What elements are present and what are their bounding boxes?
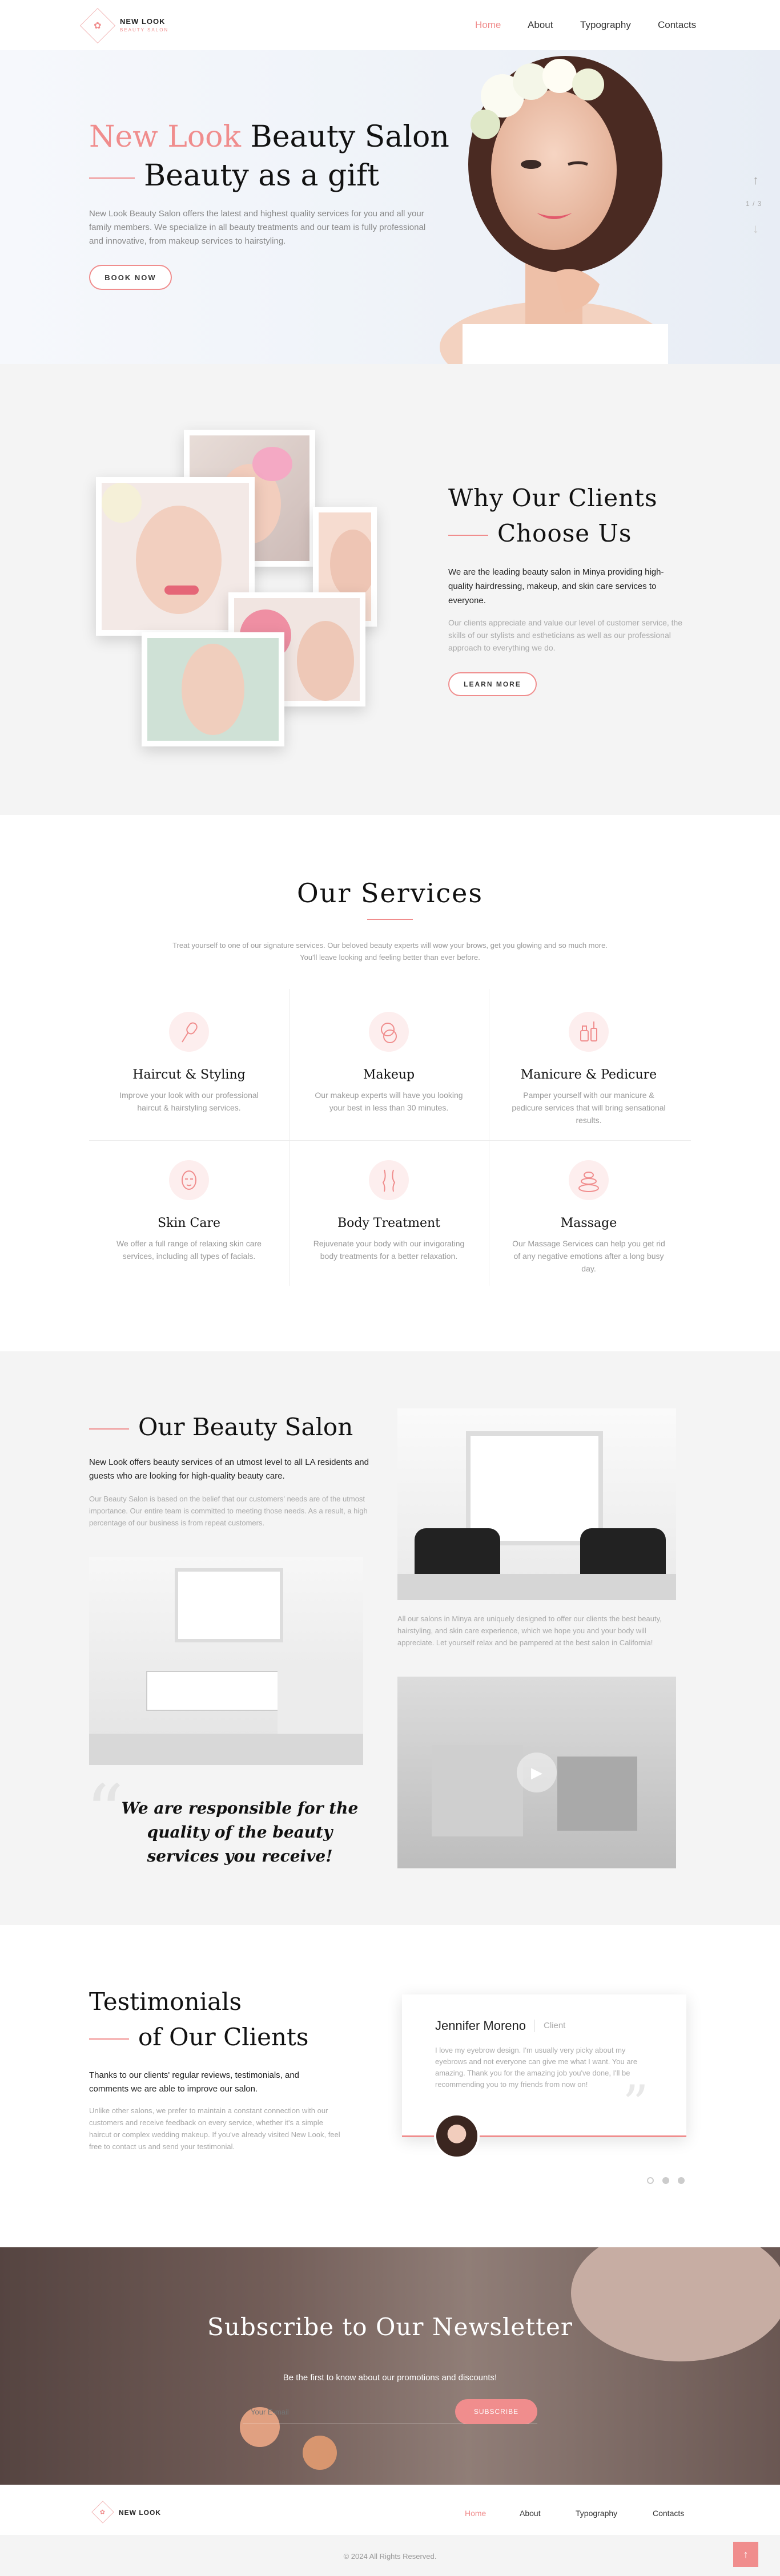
footer-logo-text[interactable]: NEW LOOK: [119, 2509, 161, 2517]
hero-section: New Look Beauty Salon Beauty as a gift N…: [0, 50, 780, 393]
services-title-underline: [367, 919, 413, 920]
decor-ball: [303, 2436, 337, 2470]
service-title: Body Treatment: [337, 1216, 440, 1230]
salon-photo-manicure-room: [89, 1557, 363, 1765]
service-haircut[interactable]: Haircut & Styling Improve your look with…: [89, 1012, 289, 1160]
arrow-down-icon[interactable]: ↓: [753, 221, 759, 236]
email-input[interactable]: [251, 2404, 439, 2420]
hero-subtitle-text: Beauty as a gift: [144, 159, 380, 193]
play-button[interactable]: ▶: [517, 1753, 557, 1792]
testimonials-title-line2-text: of Our Clients: [138, 2023, 309, 2051]
footer-nav-about[interactable]: About: [520, 2509, 541, 2518]
nail-polish-icon: [569, 1012, 609, 1052]
service-title: Manicure & Pedicure: [520, 1068, 657, 1082]
spa-stones-icon: [569, 1160, 609, 1200]
service-title: Makeup: [363, 1068, 415, 1082]
testimonials-title-line2: of Our Clients: [89, 2023, 308, 2051]
service-body-treatment[interactable]: Body Treatment Rejuvenate your body with…: [289, 1160, 489, 1309]
newsletter-form: SUBSCRIBE: [243, 2399, 537, 2424]
testimonial-role: Client: [544, 2021, 566, 2030]
quote-close-icon: ”: [622, 2074, 649, 2134]
services-title: Our Services: [297, 878, 483, 909]
why-lead: We are the leading beauty salon in Minya…: [448, 567, 664, 605]
hero-model-image: [417, 50, 714, 393]
why-section: Why Our Clients Choose Us We are the lea…: [0, 364, 780, 815]
footer-nav-typography[interactable]: Typography: [576, 2509, 617, 2518]
service-desc: Improve your look with our professional …: [119, 1091, 259, 1112]
testimonials-section: Testimonials of Our Clients Thanks to ou…: [0, 1925, 780, 2247]
salon-lead: New Look offers beauty services of an ut…: [89, 1457, 369, 1481]
footer-logo-icon[interactable]: ✿: [91, 2501, 114, 2523]
site-footer: ✿ NEW LOOK Home About Typography Contact…: [0, 2485, 780, 2576]
service-desc: Our Massage Services can help you get ri…: [512, 1239, 665, 1273]
nav-home[interactable]: Home: [475, 19, 501, 31]
newsletter-subtitle: Be the first to know about our promotion…: [283, 2373, 497, 2383]
newsletter-section: Subscribe to Our Newsletter Be the first…: [0, 2247, 780, 2485]
compact-mirror-icon: [369, 1012, 409, 1052]
salon-title: Our Beauty Salon: [89, 1413, 353, 1441]
testimonials-lead: Thanks to our clients' regular reviews, …: [89, 2070, 300, 2094]
service-title: Skin Care: [157, 1216, 221, 1230]
carousel-dot-2[interactable]: [662, 2177, 669, 2184]
service-desc: Pamper yourself with our manicure & pedi…: [512, 1091, 666, 1125]
why-title-line2: Choose Us: [448, 519, 632, 547]
newsletter-title: Subscribe to Our Newsletter: [207, 2313, 573, 2341]
footer-nav-contacts[interactable]: Contacts: [653, 2509, 684, 2518]
logo-icon[interactable]: ✿: [79, 7, 116, 44]
service-makeup[interactable]: Makeup Our makeup experts will have you …: [289, 1012, 489, 1160]
accent-line: [89, 177, 135, 179]
client-avatar: [434, 2113, 480, 2159]
testimonials-title-line1: Testimonials: [89, 1988, 242, 2016]
hero-title-accent: New Look: [89, 120, 241, 154]
service-desc: Rejuvenate your body with our invigorati…: [313, 1239, 465, 1261]
service-manicure[interactable]: Manicure & Pedicure Pamper yourself with…: [489, 1012, 689, 1160]
hero-title: New Look Beauty Salon: [89, 120, 449, 154]
service-title: Haircut & Styling: [132, 1068, 246, 1082]
learn-more-button[interactable]: LEARN MORE: [448, 672, 537, 696]
service-desc: We offer a full range of relaxing skin c…: [116, 1239, 262, 1261]
service-desc: Our makeup experts will have you looking…: [315, 1091, 463, 1112]
hero-description: New Look Beauty Salon offers the latest …: [89, 209, 426, 246]
salon-text-2: All our salons in Minya are uniquely des…: [397, 1614, 662, 1647]
hairbrush-icon: [169, 1012, 209, 1052]
salon-section: Our Beauty Salon New Look offers beauty …: [0, 1351, 780, 1925]
carousel-dot-3[interactable]: [678, 2177, 685, 2184]
gallery-photo-5: [142, 632, 284, 746]
carousel-dot-1[interactable]: [647, 2177, 654, 2184]
copyright: © 2024 All Rights Reserved.: [343, 2552, 437, 2561]
arrow-up-icon[interactable]: ↑: [753, 173, 759, 188]
subscribe-button[interactable]: SUBSCRIBE: [455, 2399, 537, 2424]
logo-subtext: BEAUTY SALON: [120, 27, 169, 33]
service-title: Massage: [560, 1216, 617, 1230]
testimonial-name: Jennifer Moreno: [435, 2018, 526, 2033]
services-intro: Treat yourself to one of our signature s…: [172, 941, 608, 962]
service-skin-care[interactable]: Skin Care We offer a full range of relax…: [89, 1160, 289, 1309]
salon-video[interactable]: ▶: [397, 1677, 676, 1868]
why-text: Our clients appreciate and value our lev…: [448, 618, 683, 652]
service-massage[interactable]: Massage Our Massage Services can help yo…: [489, 1160, 689, 1309]
nav-about[interactable]: About: [528, 19, 553, 31]
testimonial-text: I love my eyebrow design. I'm usually ve…: [435, 2046, 638, 2089]
salon-title-text: Our Beauty Salon: [138, 1413, 353, 1441]
footer-nav-home[interactable]: Home: [465, 2509, 486, 2518]
body-silhouette-icon: [369, 1160, 409, 1200]
salon-photo-chairs: [397, 1408, 676, 1600]
face-mask-icon: [169, 1160, 209, 1200]
slide-counter: 1 / 3: [746, 200, 762, 208]
testimonials-text: Unlike other salons, we prefer to mainta…: [89, 2106, 340, 2151]
salon-quote: We are responsible for the quality of th…: [121, 1799, 359, 1866]
nav-typography[interactable]: Typography: [580, 19, 631, 31]
why-title-line1: Why Our Clients: [448, 484, 658, 512]
nav-contacts[interactable]: Contacts: [658, 19, 696, 31]
divider: [534, 2020, 535, 2032]
logo-text[interactable]: NEW LOOK: [120, 17, 166, 26]
book-now-button[interactable]: BOOK NOW: [89, 265, 172, 290]
testimonial-card: Jennifer Moreno Client I love my eyebrow…: [402, 1994, 686, 2159]
services-section: Our Services Treat yourself to one of ou…: [0, 815, 780, 1351]
scroll-top-icon[interactable]: ↑: [733, 2542, 758, 2567]
hero-subtitle: Beauty as a gift: [89, 159, 379, 193]
why-title-line2-text: Choose Us: [497, 519, 632, 547]
site-header: ✿ NEW LOOK BEAUTY SALON Home About Typog…: [0, 0, 780, 50]
salon-text: Our Beauty Salon is based on the belief …: [89, 1495, 368, 1527]
